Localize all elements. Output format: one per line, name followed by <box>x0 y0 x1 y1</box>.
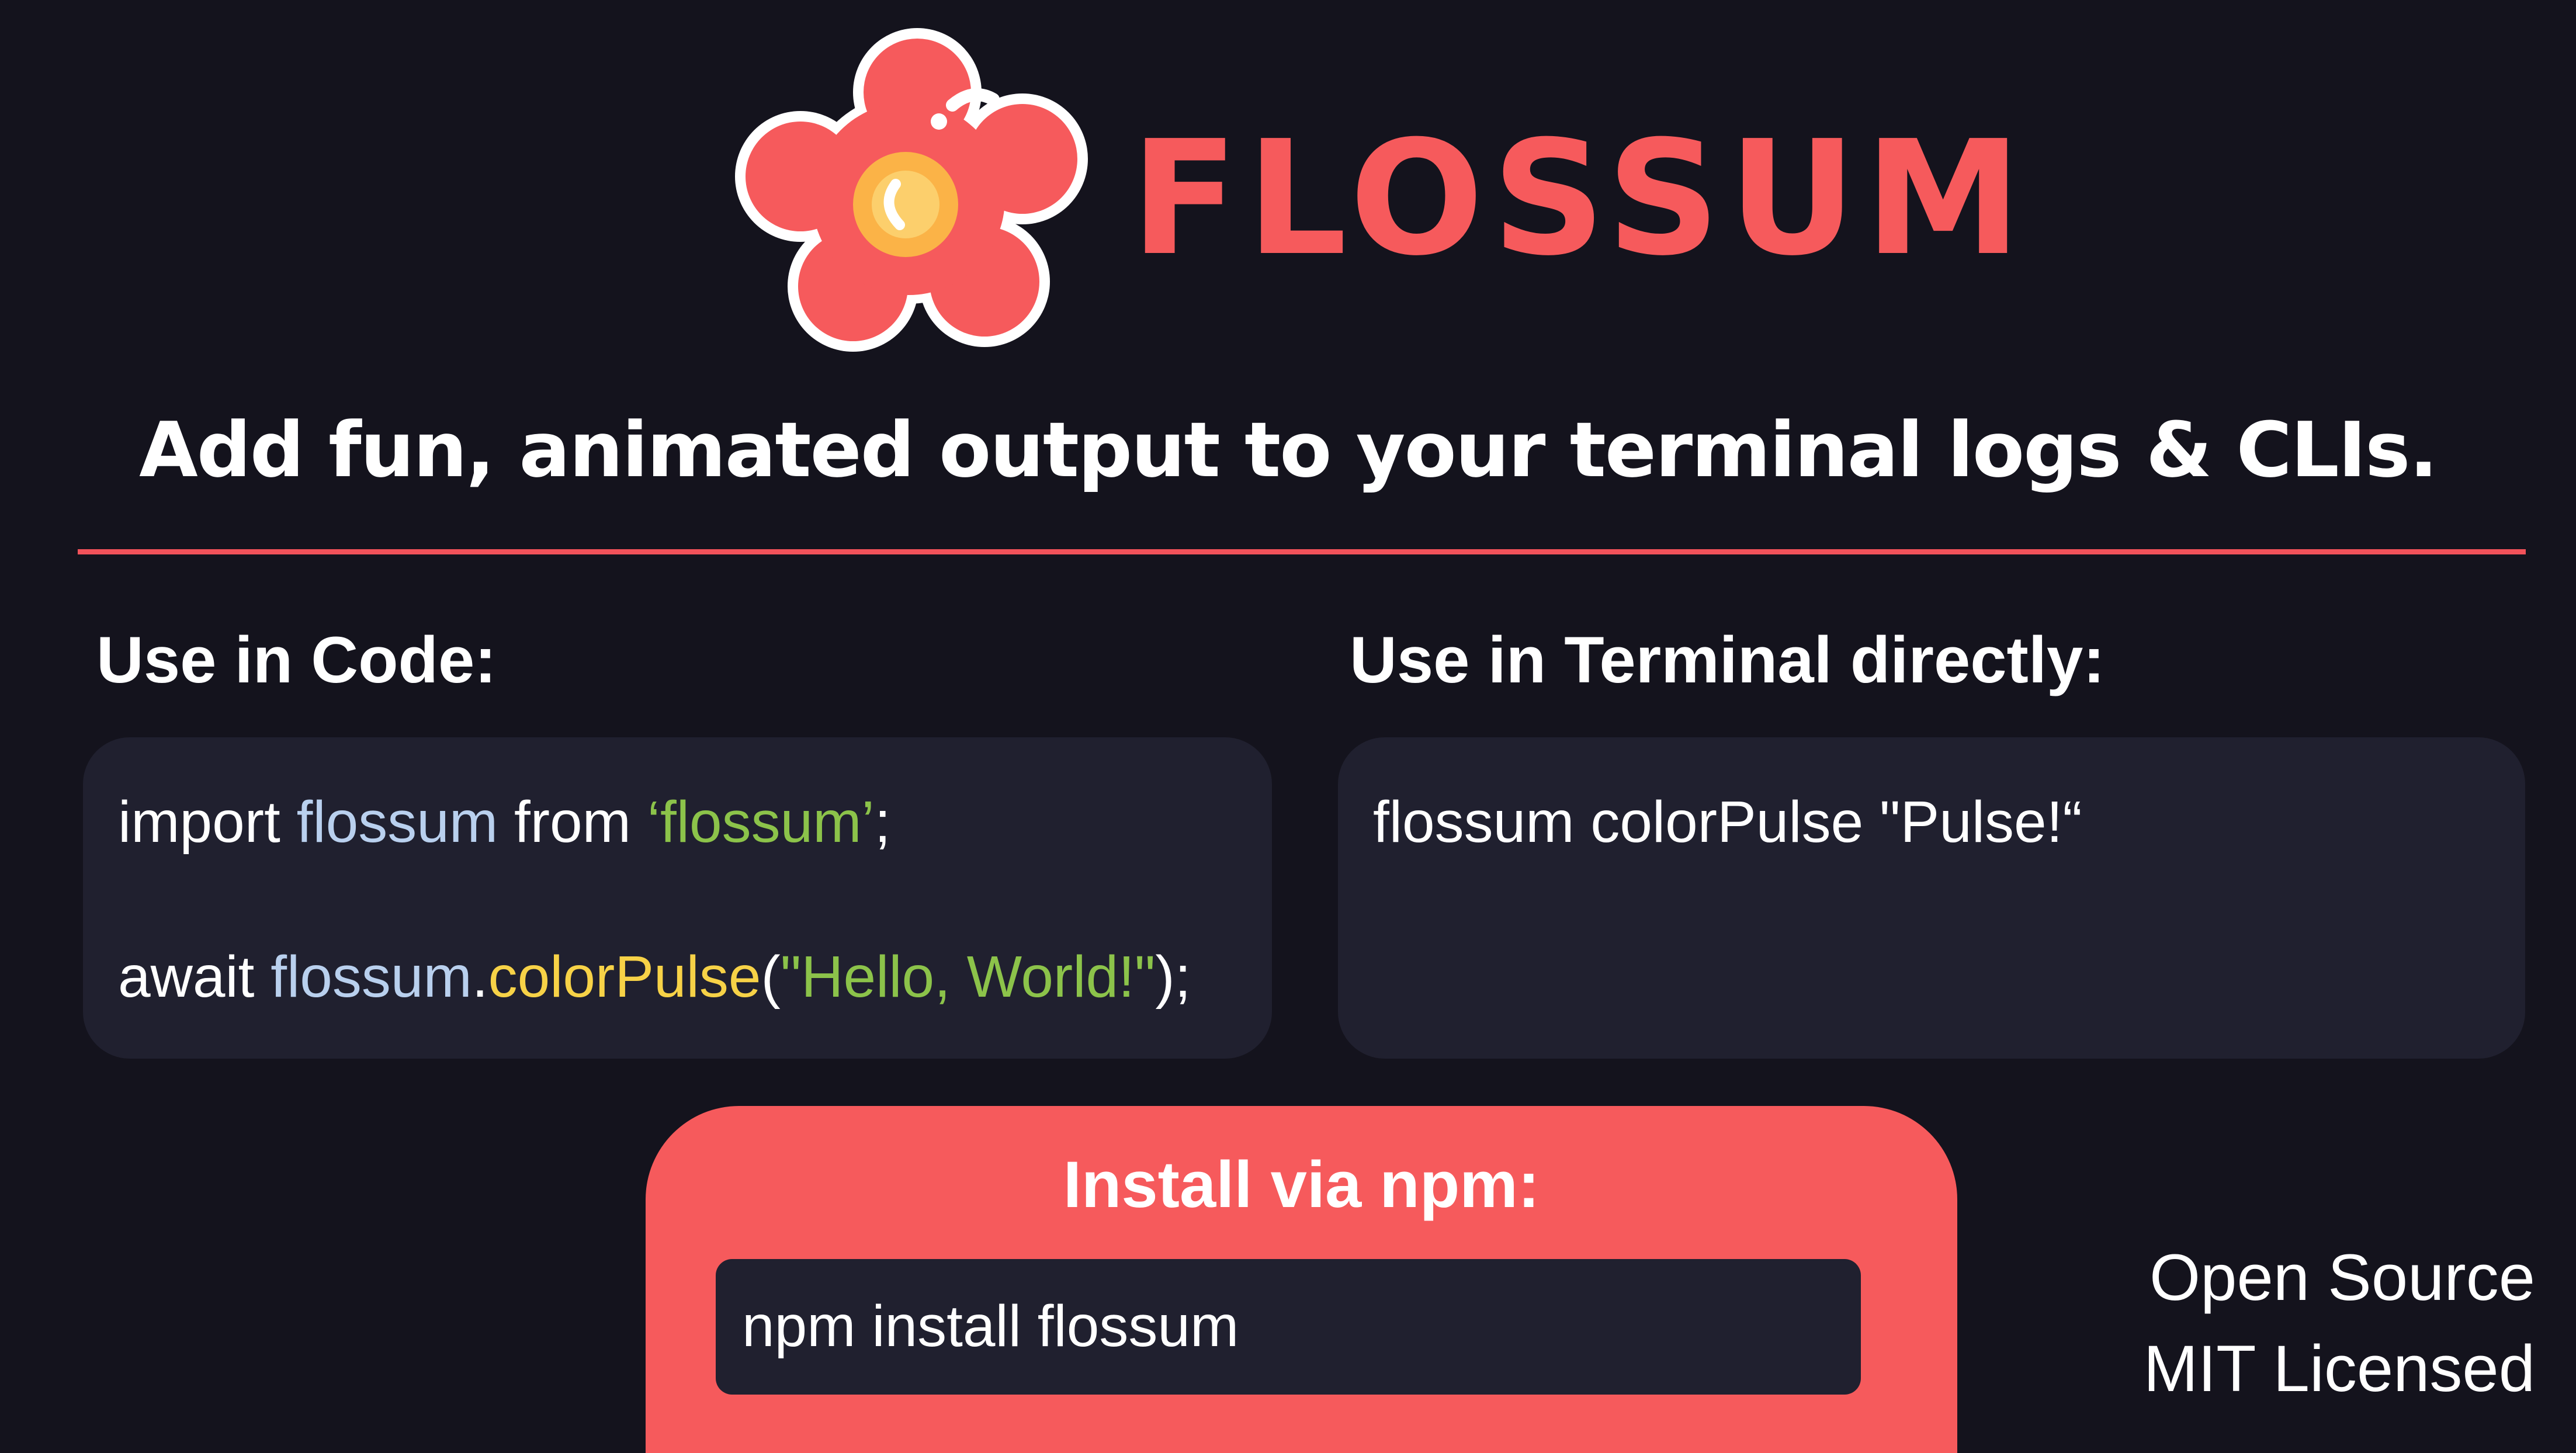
terminal-section-heading: Use in Terminal directly: <box>1350 623 2105 696</box>
install-title: Install via npm: <box>1063 1148 1540 1221</box>
code-section-heading: Use in Code: <box>96 623 497 696</box>
function-colorpulse: colorPulse <box>488 944 761 1010</box>
paren-close: ); <box>1155 944 1191 1010</box>
code-line-import: import flossum from ‘flossum’; <box>118 784 891 860</box>
license-mit: MIT Licensed <box>2143 1332 2535 1405</box>
flower-center-highlight <box>872 171 939 238</box>
tagline: Add fun, animated output to your termina… <box>139 405 2438 494</box>
install-command-box[interactable]: npm install flossum <box>716 1259 1861 1395</box>
section-divider <box>78 549 2526 554</box>
string-argument: "Hello, World!" <box>780 944 1156 1010</box>
dot: . <box>471 944 488 1010</box>
petal-shine-dot <box>931 113 947 130</box>
code-line-await: await flossum.colorPulse("Hello, World!"… <box>118 939 1191 1015</box>
install-card: Install via npm: npm install flossum <box>646 1106 1957 1453</box>
install-command: npm install flossum <box>742 1294 1239 1359</box>
paren-open: ( <box>761 944 781 1010</box>
license-open-source: Open Source <box>2149 1241 2535 1314</box>
string-module: ‘flossum’ <box>647 789 875 855</box>
identifier-flossum: flossum <box>296 789 498 855</box>
semicolon: ; <box>874 789 891 855</box>
flower-icon <box>735 28 1088 352</box>
identifier-object: flossum <box>271 944 472 1010</box>
code-snippet-panel[interactable]: import flossum from ‘flossum’; await flo… <box>83 737 1272 1059</box>
keyword-await: await <box>118 944 255 1010</box>
brand-wordmark: FLOSSUM <box>1131 106 2030 290</box>
terminal-command: flossum colorPulse "Pulse!“ <box>1373 789 2082 855</box>
keyword-import: import <box>118 789 280 855</box>
terminal-snippet-panel[interactable]: flossum colorPulse "Pulse!“ <box>1338 737 2525 1059</box>
keyword-from: from <box>514 789 631 855</box>
